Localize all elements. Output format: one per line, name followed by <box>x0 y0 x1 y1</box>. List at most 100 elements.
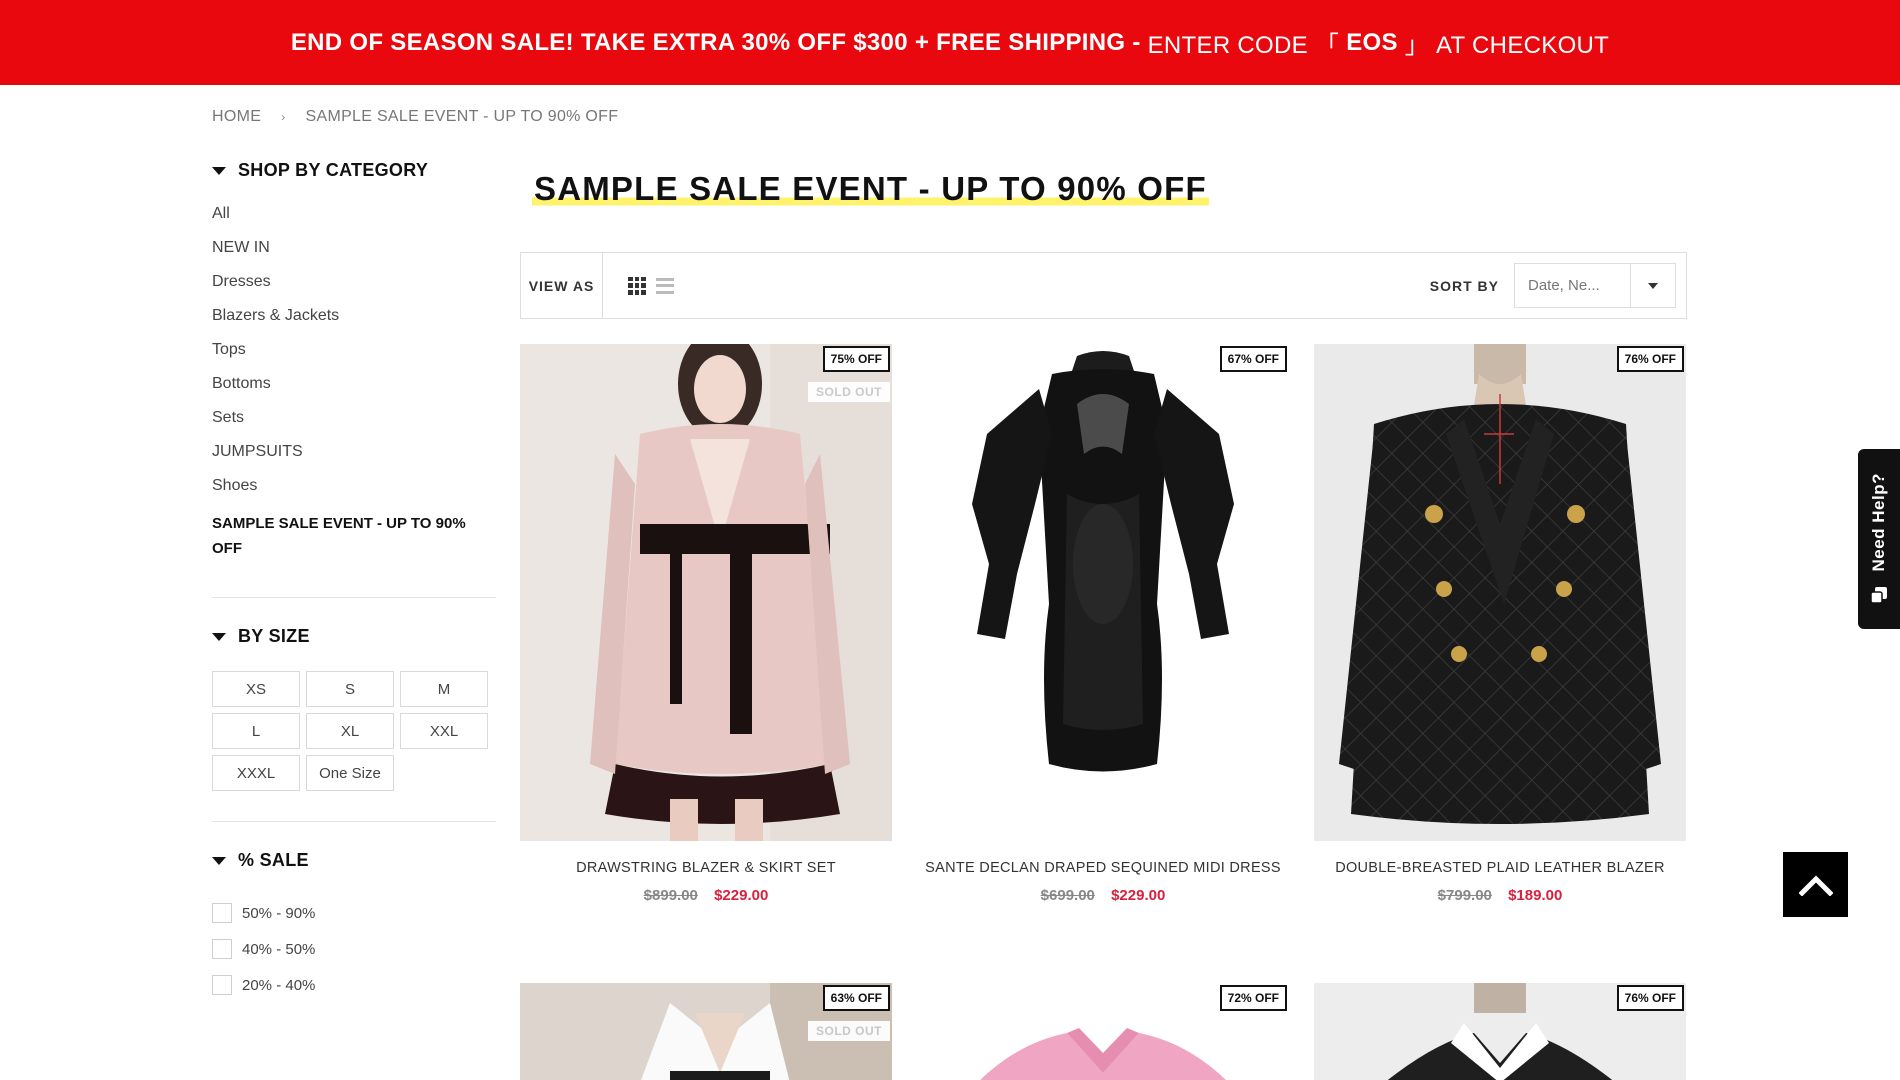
product-photo-sequin-dress <box>917 344 1289 841</box>
breadcrumb-home-link[interactable]: HOME <box>212 108 261 126</box>
category-link[interactable]: Dresses <box>212 273 496 307</box>
discount-badge: 76% OFF <box>1616 346 1684 372</box>
product-image[interactable]: 67% OFF <box>917 344 1289 841</box>
product-price: $699.00 $229.00 <box>917 887 1289 904</box>
size-heading-label: BY SIZE <box>238 626 310 646</box>
original-price: $699.00 <box>1040 887 1095 904</box>
sale-price: $229.00 <box>1111 887 1166 904</box>
product-card[interactable]: 67% OFF SANTE DECLAN DRAPED SEQUINED MID… <box>917 344 1289 904</box>
category-link[interactable]: Tops <box>212 341 496 375</box>
product-card[interactable]: 75% OFF SOLD OUT DRAWSTRING BLAZER & SKI… <box>520 344 892 904</box>
category-list: All NEW IN Dresses Blazers & Jackets Top… <box>212 205 496 561</box>
sold-out-badge: SOLD OUT <box>808 1021 890 1041</box>
filter-sidebar: SHOP BY CATEGORY All NEW IN Dresses Blaz… <box>212 160 496 1003</box>
product-photo-leather-blazer <box>1314 344 1686 841</box>
category-link[interactable]: Shoes <box>212 477 496 511</box>
product-image[interactable]: 76% OFF <box>1314 344 1686 841</box>
category-heading-label: SHOP BY CATEGORY <box>238 160 429 180</box>
size-heading[interactable]: BY SIZE <box>212 626 496 647</box>
size-option[interactable]: XS <box>212 671 300 707</box>
product-name[interactable]: DOUBLE-BREASTED PLAID LEATHER BLAZER <box>1314 860 1686 876</box>
size-option[interactable]: M <box>400 671 488 707</box>
discount-badge: 72% OFF <box>1219 985 1287 1011</box>
caret-down-icon <box>212 166 226 175</box>
checkbox[interactable] <box>212 975 232 995</box>
category-link[interactable]: Blazers & Jackets <box>212 307 496 341</box>
sale-heading-label: % SALE <box>238 850 309 870</box>
category-link[interactable]: Sets <box>212 409 496 443</box>
promo-code: EOS <box>1346 28 1398 56</box>
product-image[interactable]: 76% OFF <box>1314 983 1686 1080</box>
back-to-top-button[interactable] <box>1783 852 1848 917</box>
category-heading[interactable]: SHOP BY CATEGORY <box>212 160 496 181</box>
original-price: $899.00 <box>643 887 698 904</box>
view-toggle <box>628 276 674 295</box>
sale-range-label: 20% - 40% <box>242 976 316 994</box>
need-help-label: Need Help? <box>1869 472 1888 572</box>
sale-range-label: 50% - 90% <box>242 904 316 922</box>
promo-text-1: ENTER CODE 「 <box>1147 32 1347 59</box>
checkbox[interactable] <box>212 939 232 959</box>
sort-select-value: Date, Ne... <box>1528 277 1600 294</box>
size-filter-grid: XS S M L XL XXL XXXL One Size <box>212 671 496 791</box>
sale-range-option[interactable]: 50% - 90% <box>212 895 496 931</box>
product-card[interactable]: 72% OFF <box>917 983 1289 1080</box>
caret-down-icon <box>212 632 226 641</box>
category-link-active[interactable]: SAMPLE SALE EVENT - UP TO 90% OFF <box>212 511 496 561</box>
product-image[interactable]: 63% OFF SOLD OUT <box>520 983 892 1080</box>
product-image[interactable]: 72% OFF <box>917 983 1289 1080</box>
discount-badge: 63% OFF <box>822 985 890 1011</box>
caret-down-icon <box>212 856 226 865</box>
product-photo-blazer-skirt-set <box>520 344 892 841</box>
product-price: $799.00 $189.00 <box>1314 887 1686 904</box>
list-view-icon[interactable] <box>656 277 674 295</box>
dropdown-arrow-icon[interactable] <box>1630 264 1675 307</box>
breadcrumb-current: SAMPLE SALE EVENT - UP TO 90% OFF <box>305 108 619 125</box>
product-card[interactable]: 76% OFF <box>1314 983 1686 1080</box>
sort-select[interactable]: Date, Ne... <box>1514 263 1676 308</box>
chat-icon <box>1871 587 1887 605</box>
category-link[interactable]: Bottoms <box>212 375 496 409</box>
category-link[interactable]: JUMPSUITS <box>212 443 496 477</box>
sale-range-option[interactable]: 20% - 40% <box>212 967 496 1003</box>
need-help-tab[interactable]: Need Help? <box>1858 449 1900 629</box>
original-price: $799.00 <box>1437 887 1492 904</box>
sale-price: $229.00 <box>714 887 769 904</box>
view-as-label: VIEW AS <box>521 253 603 318</box>
size-option[interactable]: XXXL <box>212 755 300 791</box>
sale-price: $189.00 <box>1508 887 1563 904</box>
promo-text-2: 」 AT CHECKOUT <box>1397 32 1610 59</box>
product-card[interactable]: 76% OFF DOUBLE-BREASTED PLAID LEATHER BL… <box>1314 344 1686 904</box>
sort-control: SORT BY Date, Ne... <box>1430 263 1676 308</box>
sale-filter-list: 50% - 90% 40% - 50% 20% - 40% <box>212 895 496 1003</box>
sale-range-label: 40% - 50% <box>242 940 316 958</box>
size-option[interactable]: XXL <box>400 713 488 749</box>
sale-range-option[interactable]: 40% - 50% <box>212 931 496 967</box>
sale-heading[interactable]: % SALE <box>212 850 496 871</box>
promo-banner: END OF SEASON SALE! TAKE EXTRA 30% OFF $… <box>0 0 1900 85</box>
discount-badge: 75% OFF <box>822 346 890 372</box>
size-option[interactable]: One Size <box>306 755 394 791</box>
product-card[interactable]: 63% OFF SOLD OUT <box>520 983 892 1080</box>
chevron-right-icon: › <box>281 110 286 124</box>
size-option[interactable]: L <box>212 713 300 749</box>
category-link[interactable]: NEW IN <box>212 239 496 273</box>
product-name[interactable]: DRAWSTRING BLAZER & SKIRT SET <box>520 860 892 876</box>
sold-out-badge: SOLD OUT <box>808 382 890 402</box>
discount-badge: 67% OFF <box>1219 346 1287 372</box>
divider <box>212 597 496 598</box>
page-title: SAMPLE SALE EVENT - UP TO 90% OFF <box>532 170 1209 208</box>
breadcrumb: HOME › SAMPLE SALE EVENT - UP TO 90% OFF <box>212 108 618 126</box>
product-image[interactable]: 75% OFF SOLD OUT <box>520 344 892 841</box>
size-option[interactable]: XL <box>306 713 394 749</box>
divider <box>212 821 496 822</box>
grid-view-icon[interactable] <box>628 276 646 295</box>
product-name[interactable]: SANTE DECLAN DRAPED SEQUINED MIDI DRESS <box>917 860 1289 876</box>
discount-badge: 76% OFF <box>1616 985 1684 1011</box>
checkbox[interactable] <box>212 903 232 923</box>
category-link[interactable]: All <box>212 205 496 239</box>
chevron-up-icon <box>1798 874 1833 896</box>
product-price: $899.00 $229.00 <box>520 887 892 904</box>
size-option[interactable]: S <box>306 671 394 707</box>
sort-by-label: SORT BY <box>1429 277 1499 294</box>
